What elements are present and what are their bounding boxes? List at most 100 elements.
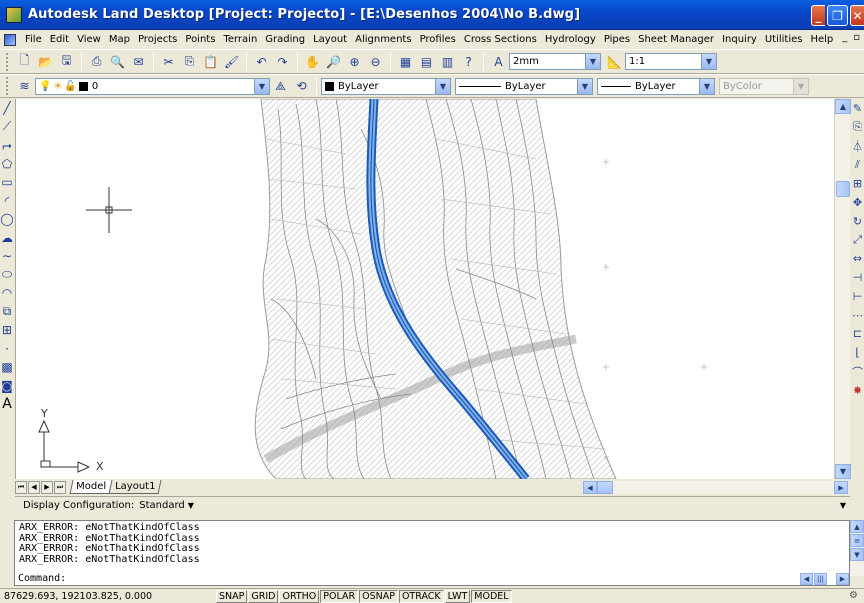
scroll-right-button[interactable]: ▶ [836, 573, 849, 585]
zoom-previous-icon[interactable]: ⊖ [366, 52, 385, 71]
maximize-button[interactable]: ❐ [827, 5, 848, 26]
model-toggle[interactable]: MODEL [471, 589, 512, 603]
scroll-up-button[interactable]: ▲ [850, 520, 864, 533]
color-select[interactable]: ByLayer ▼ [321, 77, 451, 95]
chevron-down-icon[interactable]: ▼ [585, 54, 600, 69]
tab-layout1[interactable]: Layout1 [108, 480, 162, 494]
properties-icon[interactable]: ▦ [396, 52, 415, 71]
menu-layout[interactable]: Layout [309, 34, 351, 45]
drawing-vertical-scrollbar[interactable]: ▲ ▼ [834, 99, 851, 479]
explode-icon[interactable]: ✸ [851, 381, 864, 400]
collapse-icon[interactable]: ▼ [840, 501, 846, 510]
scroll-down-button[interactable]: ▼ [835, 464, 851, 479]
undo-icon[interactable]: ↶ [252, 52, 271, 71]
region-icon[interactable]: ◙ [0, 377, 14, 396]
fillet-icon[interactable]: ⌒ [851, 362, 864, 381]
hscroll-thumb[interactable]: ||| [814, 573, 827, 585]
publish-icon[interactable]: ✉ [129, 52, 148, 71]
save-icon[interactable]: 🖫 [57, 52, 76, 71]
construction-line-icon[interactable]: ⟋ [0, 118, 14, 137]
trim-icon[interactable]: ⊣ [851, 268, 864, 287]
make-block-icon[interactable]: ⊞ [0, 321, 14, 340]
design-center-icon[interactable]: ▤ [417, 52, 436, 71]
match-properties-icon[interactable]: 🖌 [222, 52, 241, 71]
scroll-thumb[interactable] [836, 181, 850, 197]
menu-profiles[interactable]: Profiles [416, 34, 460, 45]
scroll-left-button[interactable]: ◀ [800, 573, 813, 585]
stretch-icon[interactable]: ⇔ [851, 249, 864, 268]
polyline-icon[interactable]: ⮣ [0, 136, 14, 155]
lineweight-select[interactable]: ByLayer ▼ [597, 77, 715, 95]
menu-edit[interactable]: Edit [46, 34, 73, 45]
erase-icon[interactable]: ✎ [851, 99, 864, 118]
snap-toggle[interactable]: SNAP [216, 589, 248, 603]
menu-sheet-manager[interactable]: Sheet Manager [634, 34, 718, 45]
menu-map[interactable]: Map [105, 34, 134, 45]
drawing-canvas[interactable]: Y X [15, 99, 834, 479]
polygon-icon[interactable]: ⬠ [0, 155, 14, 174]
menu-help[interactable]: Help [806, 34, 837, 45]
first-tab-button[interactable]: ⏮ [15, 480, 27, 494]
cut-icon[interactable]: ✂ [159, 52, 178, 71]
ellipse-arc-icon[interactable]: ◠ [0, 284, 14, 303]
rotate-icon[interactable]: ↻ [851, 212, 864, 231]
text-style-icon[interactable]: A [489, 52, 508, 71]
layer-manager-icon[interactable]: ≋ [15, 77, 34, 96]
menu-terrain[interactable]: Terrain [219, 34, 261, 45]
new-icon[interactable]: 🗋 [15, 52, 34, 71]
chevron-down-icon[interactable]: ▼ [254, 78, 269, 94]
close-button[interactable]: ✕ [850, 5, 864, 26]
zoom-window-icon[interactable]: ⊕ [345, 52, 364, 71]
command-horizontal-scrollbar[interactable]: ◀ ||| ▶ [800, 573, 850, 585]
tab-model[interactable]: Model [69, 480, 113, 494]
otrack-toggle[interactable]: OTRACK [398, 589, 444, 603]
chamfer-icon[interactable]: ⌊ [851, 343, 864, 362]
spline-icon[interactable]: ∼ [0, 247, 14, 266]
break-icon[interactable]: ⋯ [851, 306, 864, 325]
chevron-down-icon[interactable]: ▼ [435, 78, 450, 94]
minimize-button[interactable]: _ [811, 5, 825, 26]
menu-file[interactable]: File [21, 34, 46, 45]
display-config-value[interactable]: Standard [139, 500, 185, 511]
redo-icon[interactable]: ↷ [273, 52, 292, 71]
tool-palettes-icon[interactable]: ▥ [438, 52, 457, 71]
chevron-down-icon[interactable]: ▼ [188, 501, 194, 510]
menu-pipes[interactable]: Pipes [600, 34, 634, 45]
help-icon[interactable]: ? [459, 52, 478, 71]
open-icon[interactable]: 📂 [36, 52, 55, 71]
chevron-down-icon[interactable]: ▼ [699, 78, 714, 94]
hatch-icon[interactable]: ▩ [0, 358, 14, 377]
coordinate-display[interactable]: 87629.693, 192103.825, 0.000 [0, 591, 200, 602]
menu-cross-sections[interactable]: Cross Sections [460, 34, 541, 45]
paste-icon[interactable]: 📋 [201, 52, 220, 71]
command-prompt[interactable]: Command: [18, 573, 66, 585]
circle-icon[interactable]: ◯ [0, 210, 14, 229]
scale-icon[interactable]: 📐 [605, 52, 624, 71]
mirror-icon[interactable]: ⏃ [851, 137, 864, 156]
drawing-horizontal-scrollbar[interactable]: ◀ ▶ [583, 481, 848, 494]
app-icon[interactable] [6, 6, 22, 23]
offset-icon[interactable]: ⫽ [851, 155, 864, 174]
make-current-icon[interactable]: ⟁ [271, 77, 290, 96]
extend-icon[interactable]: ⊢ [851, 287, 864, 306]
osnap-toggle[interactable]: OSNAP [359, 589, 398, 603]
scale-object-icon[interactable]: ⤢ [851, 231, 864, 250]
command-vertical-scrollbar[interactable]: ▲ ≡ ▼ [850, 520, 864, 576]
copy-object-icon[interactable]: ⎘ [851, 118, 864, 137]
multiline-text-icon[interactable]: A [0, 395, 14, 414]
polar-toggle[interactable]: POLAR [320, 589, 359, 603]
revision-cloud-icon[interactable]: ☁ [0, 229, 14, 248]
menu-points[interactable]: Points [181, 34, 219, 45]
layer-select[interactable]: 💡 ☀ 🔓 0 ▼ [35, 77, 270, 95]
chevron-down-icon[interactable]: ▼ [577, 78, 592, 94]
menu-projects[interactable]: Projects [134, 34, 181, 45]
scroll-left-button[interactable]: ◀ [583, 481, 597, 494]
menu-inquiry[interactable]: Inquiry [718, 34, 761, 45]
scroll-thumb[interactable]: ≡ [850, 534, 864, 547]
last-tab-button[interactable]: ⏭ [54, 480, 66, 494]
zoom-realtime-icon[interactable]: 🔎 [324, 52, 343, 71]
line-icon[interactable]: ╱ [0, 99, 14, 118]
toolbar-grip[interactable] [6, 77, 10, 95]
text-height-select[interactable]: 2mm ▼ [509, 53, 601, 70]
hscroll-thumb[interactable] [597, 481, 613, 494]
